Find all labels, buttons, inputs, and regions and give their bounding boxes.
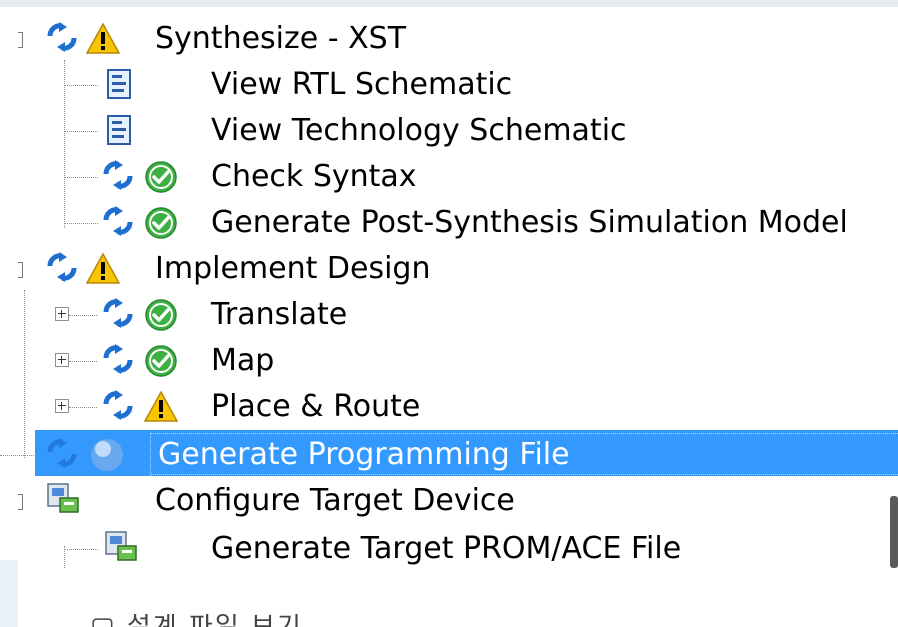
tree-row[interactable]: Place & Route bbox=[0, 384, 898, 430]
warning-icon bbox=[86, 253, 120, 284]
rerun-arrows-icon bbox=[102, 344, 138, 378]
check-circle-icon bbox=[144, 160, 178, 194]
rerun-arrows-icon bbox=[102, 206, 138, 240]
globe-icon bbox=[91, 439, 123, 471]
process-label: Generate Target PROM/ACE File bbox=[211, 531, 682, 566]
tree-guide-line bbox=[69, 407, 97, 408]
tree-guide-line bbox=[64, 85, 98, 86]
check-circle-icon bbox=[144, 344, 178, 378]
process-label: View RTL Schematic bbox=[211, 67, 513, 102]
process-label: Implement Design bbox=[155, 251, 431, 286]
rerun-arrows-icon bbox=[46, 438, 82, 472]
rerun-arrows-icon bbox=[102, 160, 138, 194]
rerun-arrows-icon bbox=[102, 298, 138, 332]
rerun-arrows-icon bbox=[46, 22, 82, 56]
device-config-icon bbox=[105, 531, 137, 561]
partial-footer-text: ▢ 설계 파일 보기 bbox=[90, 614, 420, 627]
collapse-bracket-icon[interactable] bbox=[18, 32, 23, 48]
tree-guide-line bbox=[64, 223, 98, 224]
check-circle-icon bbox=[144, 298, 178, 332]
tree-row[interactable]: Generate Post-Synthesis Simulation Model bbox=[0, 200, 898, 246]
tree-row[interactable]: Generate Target PROM/ACE File bbox=[0, 526, 898, 572]
process-label: Translate bbox=[211, 297, 348, 332]
collapse-bracket-icon[interactable] bbox=[18, 262, 23, 278]
tree-row[interactable]: Check Syntax bbox=[0, 154, 898, 200]
rerun-arrows-icon bbox=[46, 252, 82, 286]
tree-row-selected[interactable]: Generate Programming File bbox=[0, 430, 898, 478]
warning-icon bbox=[86, 23, 120, 54]
tree-row[interactable]: View Technology Schematic bbox=[0, 108, 898, 154]
schematic-icon bbox=[107, 69, 131, 99]
tree-row[interactable]: Configure Target Device bbox=[0, 478, 898, 524]
process-label: Generate Post-Synthesis Simulation Model bbox=[211, 205, 848, 240]
tree-guide-line bbox=[64, 131, 98, 132]
warning-icon bbox=[144, 391, 178, 422]
tree-row[interactable]: Synthesize - XST bbox=[0, 16, 898, 62]
rerun-arrows-icon bbox=[102, 390, 138, 424]
top-border bbox=[0, 0, 898, 7]
tree-guide-line bbox=[69, 315, 97, 316]
expand-toggle[interactable] bbox=[55, 353, 69, 367]
device-config-icon bbox=[47, 483, 79, 513]
tree-guide-line bbox=[64, 177, 98, 178]
collapse-bracket-icon[interactable] bbox=[18, 494, 23, 510]
tree-row[interactable]: Map bbox=[0, 338, 898, 384]
schematic-icon bbox=[107, 115, 131, 145]
tree-guide-line bbox=[69, 361, 97, 362]
process-label: Configure Target Device bbox=[155, 483, 515, 518]
check-circle-icon bbox=[144, 206, 178, 240]
process-label: Generate Programming File bbox=[158, 437, 570, 472]
tree-row[interactable]: Translate bbox=[0, 292, 898, 338]
tree-row[interactable]: Implement Design bbox=[0, 246, 898, 292]
expand-toggle[interactable] bbox=[55, 399, 69, 413]
expand-toggle[interactable] bbox=[55, 307, 69, 321]
tree-guide-line bbox=[64, 549, 98, 550]
tree-row[interactable]: View RTL Schematic bbox=[0, 62, 898, 108]
process-label: Map bbox=[211, 343, 275, 378]
process-label: View Technology Schematic bbox=[211, 113, 627, 148]
tree-guide-line bbox=[0, 455, 36, 456]
process-label: Place & Route bbox=[211, 389, 421, 424]
process-label: Check Syntax bbox=[211, 159, 417, 194]
process-label: Synthesize - XST bbox=[155, 21, 407, 56]
